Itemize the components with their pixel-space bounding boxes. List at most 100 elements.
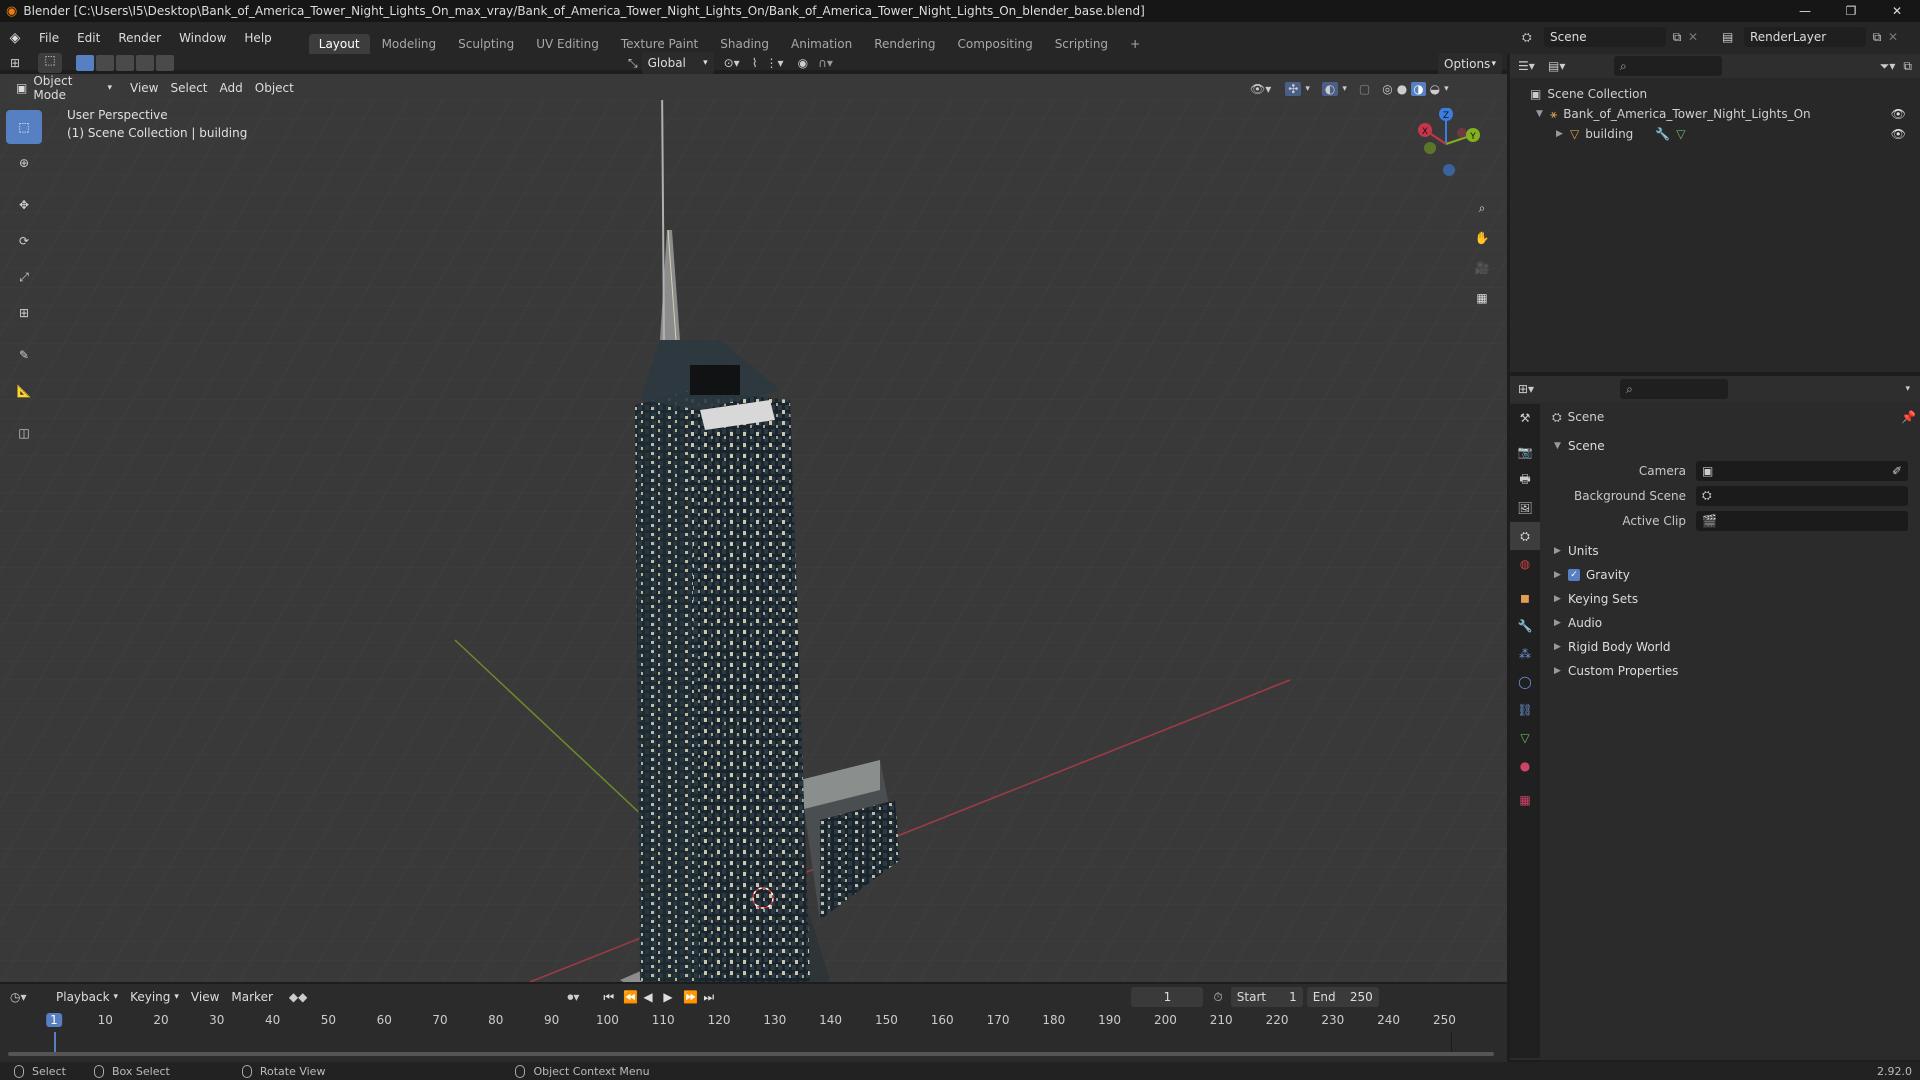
keying-menu[interactable]: Keying ▾: [124, 986, 185, 1008]
properties-editor-icon[interactable]: ⊞▾: [1518, 382, 1534, 396]
marker-menu[interactable]: Marker: [225, 986, 278, 1008]
menu-help[interactable]: Help: [235, 22, 280, 54]
transform-orientation-dropdown[interactable]: Global ▾: [641, 52, 714, 74]
overlay-toggle-icon[interactable]: ◐: [1321, 82, 1339, 96]
material-tab-icon[interactable]: ●: [1510, 752, 1540, 780]
tab-texture-paint[interactable]: Texture Paint: [611, 34, 708, 54]
panel-gravity[interactable]: ▶ ✓ Gravity: [1546, 563, 1916, 587]
navigation-gizmo[interactable]: Z Y X: [1410, 108, 1482, 180]
visibility-eye-icon[interactable]: 👁: [1891, 127, 1906, 141]
world-tab-icon[interactable]: ◍: [1510, 550, 1540, 578]
close-button[interactable]: ✕: [1874, 0, 1920, 22]
shading-dropdown-icon[interactable]: ▾: [1444, 84, 1449, 94]
tab-uv-editing[interactable]: UV Editing: [526, 34, 609, 54]
tab-rendering[interactable]: Rendering: [864, 34, 945, 54]
options-dropdown[interactable]: Options ▾: [1438, 53, 1502, 75]
remove-renderlayer-icon[interactable]: ✕: [1888, 30, 1906, 44]
output-tab-icon[interactable]: 🖶: [1510, 466, 1540, 494]
expand-triangle-icon[interactable]: ▶: [1556, 129, 1564, 139]
menu-file[interactable]: File: [30, 22, 68, 54]
mode-subtract-icon[interactable]: [116, 55, 134, 71]
playback-menu[interactable]: Playback ▾: [50, 986, 124, 1008]
outliner-editor-icon[interactable]: ☰▾: [1518, 59, 1548, 73]
tab-animation[interactable]: Animation: [781, 34, 862, 54]
camera-view-icon[interactable]: 🎥: [1468, 254, 1496, 282]
outliner-root[interactable]: ▣ Scene Collection: [1510, 84, 1920, 104]
mode-extend-icon[interactable]: [96, 55, 114, 71]
snap-target-icon[interactable]: ⋮▾: [766, 56, 784, 70]
minimize-button[interactable]: —: [1782, 0, 1828, 22]
filter-icon[interactable]: ⏷▾: [1880, 59, 1896, 74]
render-tab-icon[interactable]: 📷: [1510, 438, 1540, 466]
jump-keyframe-forward-icon[interactable]: ⏩: [683, 990, 703, 1004]
restore-button[interactable]: ❐: [1828, 0, 1874, 22]
editor-type-icon[interactable]: ⊞: [10, 56, 38, 70]
add-cube-tool-icon[interactable]: ◫: [6, 416, 42, 450]
remove-scene-icon[interactable]: ✕: [1688, 30, 1706, 44]
pin-icon[interactable]: 📌: [1901, 410, 1916, 424]
shading-solid-icon[interactable]: ●: [1397, 82, 1407, 96]
tab-layout[interactable]: Layout: [308, 34, 370, 54]
zoom-icon[interactable]: ⌕: [1468, 194, 1496, 222]
chevron-down-icon[interactable]: ▾: [1905, 384, 1910, 394]
scene-tab-icon[interactable]: ⛭: [1510, 522, 1540, 550]
end-frame-field[interactable]: End 250: [1306, 987, 1379, 1007]
panel-scene-header[interactable]: ▼ Scene: [1546, 434, 1916, 458]
transform-tool-icon[interactable]: ⊞: [6, 296, 42, 330]
menu-window[interactable]: Window: [170, 22, 235, 54]
3d-viewport[interactable]: User Perspective (1) Scene Collection | …: [0, 100, 1507, 982]
play-reverse-icon[interactable]: ◀: [643, 990, 663, 1004]
mode-new-icon[interactable]: [76, 55, 94, 71]
blender-menu-icon[interactable]: ◈: [0, 30, 30, 46]
background-scene-field[interactable]: ⛭: [1696, 485, 1908, 506]
constraints-tab-icon[interactable]: ⛓: [1510, 696, 1540, 724]
viewport-menu-add[interactable]: Add: [214, 77, 249, 99]
properties-search-input[interactable]: ⌕: [1620, 379, 1729, 399]
view-layer-tab-icon[interactable]: 🖼: [1510, 494, 1540, 522]
tab-shading[interactable]: Shading: [710, 34, 779, 54]
panel-custom-properties[interactable]: ▶ Custom Properties: [1546, 659, 1916, 683]
physics-tab-icon[interactable]: ◯: [1510, 668, 1540, 696]
outliner-item-root-object[interactable]: ▼ ⚹ Bank_of_America_Tower_Night_Lights_O…: [1510, 104, 1920, 124]
data-tab-icon[interactable]: ▽: [1510, 724, 1540, 752]
annotate-tool-icon[interactable]: ✎: [6, 338, 42, 372]
object-mode-dropdown[interactable]: ▣ Object Mode ▾: [10, 74, 118, 102]
scale-tool-icon[interactable]: ⤢: [6, 260, 42, 294]
select-tool-icon[interactable]: ⬚: [38, 53, 62, 73]
viewport-menu-object[interactable]: Object: [249, 77, 300, 99]
measure-tool-icon[interactable]: 📐: [6, 374, 42, 408]
renderlayer-selector[interactable]: RenderLayer: [1744, 27, 1866, 47]
add-workspace-button[interactable]: +: [1120, 34, 1150, 54]
scene-selector[interactable]: Scene: [1544, 27, 1666, 47]
cursor-tool-icon[interactable]: ⊕: [6, 146, 42, 180]
panel-keying-sets[interactable]: ▶ Keying Sets: [1546, 587, 1916, 611]
shading-material-icon[interactable]: ◑: [1411, 82, 1426, 96]
stopwatch-icon[interactable]: ⏱: [1213, 990, 1222, 1005]
tab-modeling[interactable]: Modeling: [372, 34, 447, 54]
snap-icon[interactable]: ⌇: [752, 56, 758, 70]
mode-intersect-icon[interactable]: [156, 55, 174, 71]
xray-icon[interactable]: ▢: [1359, 82, 1370, 96]
outliner-item-building[interactable]: ▶ ▽ building 🔧 ▽ 👁: [1510, 124, 1920, 144]
visibility-icon[interactable]: 👁▾: [1250, 82, 1271, 96]
eyedropper-icon[interactable]: ✐: [1892, 464, 1902, 478]
tool-tab-icon[interactable]: ⚒: [1510, 404, 1540, 432]
start-frame-field[interactable]: Start 1: [1230, 987, 1303, 1007]
visibility-eye-icon[interactable]: 👁: [1891, 107, 1906, 121]
autokey-icon[interactable]: ⏺▾: [567, 990, 579, 1005]
tab-scripting[interactable]: Scripting: [1045, 34, 1118, 54]
mode-invert-icon[interactable]: [136, 55, 154, 71]
keyframe-icon[interactable]: ◆◆: [289, 990, 307, 1004]
play-icon[interactable]: ▶: [663, 990, 683, 1004]
menu-edit[interactable]: Edit: [68, 22, 109, 54]
tab-sculpting[interactable]: Sculpting: [448, 34, 524, 54]
shading-rendered-icon[interactable]: ◒: [1430, 82, 1440, 96]
object-tab-icon[interactable]: ◼: [1510, 584, 1540, 612]
move-tool-icon[interactable]: ✥: [6, 188, 42, 222]
panel-units[interactable]: ▶ Units: [1546, 539, 1916, 563]
select-box-tool-icon[interactable]: ⬚: [6, 110, 42, 144]
timeline-scrollbar[interactable]: [8, 1052, 1494, 1056]
modifier-tab-icon[interactable]: 🔧: [1510, 612, 1540, 640]
new-scene-icon[interactable]: ⧉: [1666, 30, 1688, 45]
active-clip-field[interactable]: 🎬: [1696, 510, 1908, 531]
